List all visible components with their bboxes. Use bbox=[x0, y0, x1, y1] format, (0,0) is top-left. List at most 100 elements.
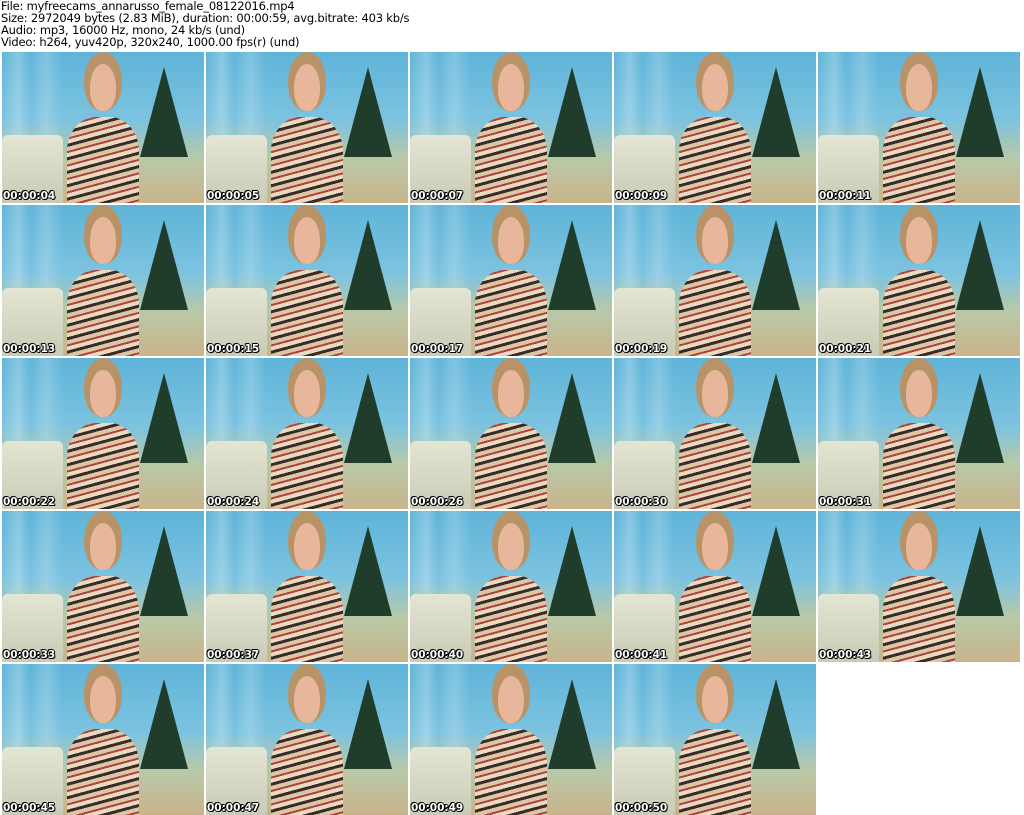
christmas-tree bbox=[343, 679, 392, 770]
head bbox=[89, 523, 117, 571]
person-figure bbox=[882, 523, 956, 662]
head bbox=[905, 370, 933, 418]
frame-timestamp: 00:00:05 bbox=[207, 190, 260, 202]
striped-dress bbox=[882, 116, 956, 203]
person-figure bbox=[678, 64, 752, 203]
frame-timestamp: 00:00:43 bbox=[819, 649, 872, 661]
striped-dress bbox=[882, 422, 956, 509]
frame-timestamp: 00:00:41 bbox=[615, 649, 668, 661]
person-figure bbox=[66, 370, 140, 509]
video-frame-thumbnail: 00:00:24 bbox=[206, 358, 408, 509]
person-figure bbox=[270, 523, 344, 662]
striped-dress bbox=[474, 728, 548, 815]
person-figure bbox=[678, 370, 752, 509]
file-info-header: File: myfreecams_annarusso_female_081220… bbox=[1, 0, 410, 49]
christmas-tree bbox=[547, 220, 596, 311]
frame-timestamp: 00:00:24 bbox=[207, 496, 260, 508]
person-figure bbox=[474, 676, 548, 815]
christmas-tree bbox=[139, 373, 188, 464]
christmas-tree bbox=[547, 679, 596, 770]
head bbox=[497, 676, 525, 724]
head bbox=[293, 370, 321, 418]
christmas-tree bbox=[547, 67, 596, 158]
frame-timestamp: 00:00:19 bbox=[615, 343, 668, 355]
christmas-tree bbox=[343, 67, 392, 158]
head bbox=[293, 217, 321, 265]
christmas-tree bbox=[751, 67, 800, 158]
head bbox=[89, 676, 117, 724]
person-figure bbox=[270, 64, 344, 203]
frame-timestamp: 00:00:15 bbox=[207, 343, 260, 355]
head bbox=[701, 64, 729, 112]
frame-timestamp: 00:00:22 bbox=[3, 496, 56, 508]
person-figure bbox=[882, 217, 956, 356]
head bbox=[701, 370, 729, 418]
head bbox=[497, 523, 525, 571]
frame-timestamp: 00:00:40 bbox=[411, 649, 464, 661]
striped-dress bbox=[270, 269, 344, 356]
frame-timestamp: 00:00:47 bbox=[207, 802, 260, 814]
video-frame-thumbnail: 00:00:49 bbox=[410, 664, 612, 815]
video-frame-thumbnail: 00:00:19 bbox=[614, 205, 816, 356]
head bbox=[293, 523, 321, 571]
frame-timestamp: 00:00:11 bbox=[819, 190, 872, 202]
video-info-line: Video: h264, yuv420p, 320x240, 1000.00 f… bbox=[1, 35, 300, 49]
frame-timestamp: 00:00:26 bbox=[411, 496, 464, 508]
striped-dress bbox=[882, 575, 956, 662]
video-frame-thumbnail: 00:00:11 bbox=[818, 52, 1020, 203]
frame-timestamp: 00:00:04 bbox=[3, 190, 56, 202]
thumbnail-grid: 00:00:04 00:00:05 00:00:07 00:00:09 00:00:11… bbox=[2, 52, 1020, 815]
person-figure bbox=[474, 523, 548, 662]
video-frame-thumbnail: 00:00:09 bbox=[614, 52, 816, 203]
video-frame-thumbnail: 00:00:26 bbox=[410, 358, 612, 509]
head bbox=[89, 370, 117, 418]
person-figure bbox=[66, 523, 140, 662]
striped-dress bbox=[678, 575, 752, 662]
video-frame-thumbnail: 00:00:43 bbox=[818, 511, 1020, 662]
christmas-tree bbox=[955, 373, 1004, 464]
head bbox=[293, 676, 321, 724]
striped-dress bbox=[66, 116, 140, 203]
head bbox=[497, 64, 525, 112]
striped-dress bbox=[474, 575, 548, 662]
frame-timestamp: 00:00:09 bbox=[615, 190, 668, 202]
striped-dress bbox=[66, 728, 140, 815]
person-figure bbox=[66, 676, 140, 815]
head bbox=[905, 217, 933, 265]
video-frame-thumbnail: 00:00:50 bbox=[614, 664, 816, 815]
video-frame-thumbnail: 00:00:05 bbox=[206, 52, 408, 203]
striped-dress bbox=[474, 116, 548, 203]
striped-dress bbox=[474, 269, 548, 356]
frame-timestamp: 00:00:21 bbox=[819, 343, 872, 355]
striped-dress bbox=[474, 422, 548, 509]
striped-dress bbox=[882, 269, 956, 356]
striped-dress bbox=[678, 116, 752, 203]
head bbox=[701, 676, 729, 724]
frame-timestamp: 00:00:17 bbox=[411, 343, 464, 355]
christmas-tree bbox=[547, 373, 596, 464]
person-figure bbox=[474, 217, 548, 356]
striped-dress bbox=[270, 116, 344, 203]
head bbox=[89, 217, 117, 265]
christmas-tree bbox=[751, 220, 800, 311]
striped-dress bbox=[270, 728, 344, 815]
frame-timestamp: 00:00:07 bbox=[411, 190, 464, 202]
video-frame-thumbnail: 00:00:41 bbox=[614, 511, 816, 662]
frame-timestamp: 00:00:37 bbox=[207, 649, 260, 661]
video-frame-thumbnail: 00:00:40 bbox=[410, 511, 612, 662]
video-frame-thumbnail: 00:00:13 bbox=[2, 205, 204, 356]
christmas-tree bbox=[955, 526, 1004, 617]
frame-timestamp: 00:00:13 bbox=[3, 343, 56, 355]
frame-timestamp: 00:00:33 bbox=[3, 649, 56, 661]
christmas-tree bbox=[955, 220, 1004, 311]
person-figure bbox=[270, 370, 344, 509]
video-frame-thumbnail: 00:00:15 bbox=[206, 205, 408, 356]
christmas-tree bbox=[955, 67, 1004, 158]
video-frame-thumbnail: 00:00:47 bbox=[206, 664, 408, 815]
video-frame-thumbnail: 00:00:45 bbox=[2, 664, 204, 815]
christmas-tree bbox=[139, 679, 188, 770]
head bbox=[701, 523, 729, 571]
video-frame-thumbnail: 00:00:37 bbox=[206, 511, 408, 662]
video-frame-thumbnail: 00:00:31 bbox=[818, 358, 1020, 509]
person-figure bbox=[474, 64, 548, 203]
